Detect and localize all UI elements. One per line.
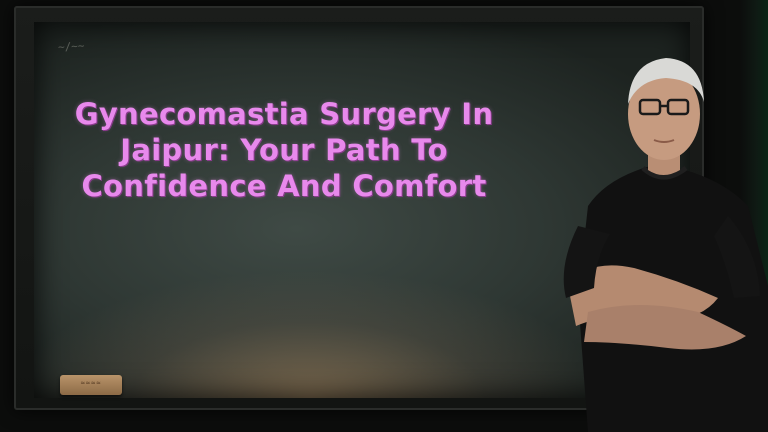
- person-arms-crossed-icon: [563, 58, 768, 432]
- chalk-eraser: ≈≈≈≈: [60, 375, 122, 395]
- chalkboard-title: Gynecomastia Surgery In Jaipur: Your Pat…: [74, 97, 494, 203]
- eraser-marking: ≈≈≈≈: [80, 379, 102, 387]
- scene: ~/~~ Gynecomastia Surgery In Jaipur: You…: [0, 0, 768, 432]
- chalk-scribble: ~/~~: [57, 39, 85, 54]
